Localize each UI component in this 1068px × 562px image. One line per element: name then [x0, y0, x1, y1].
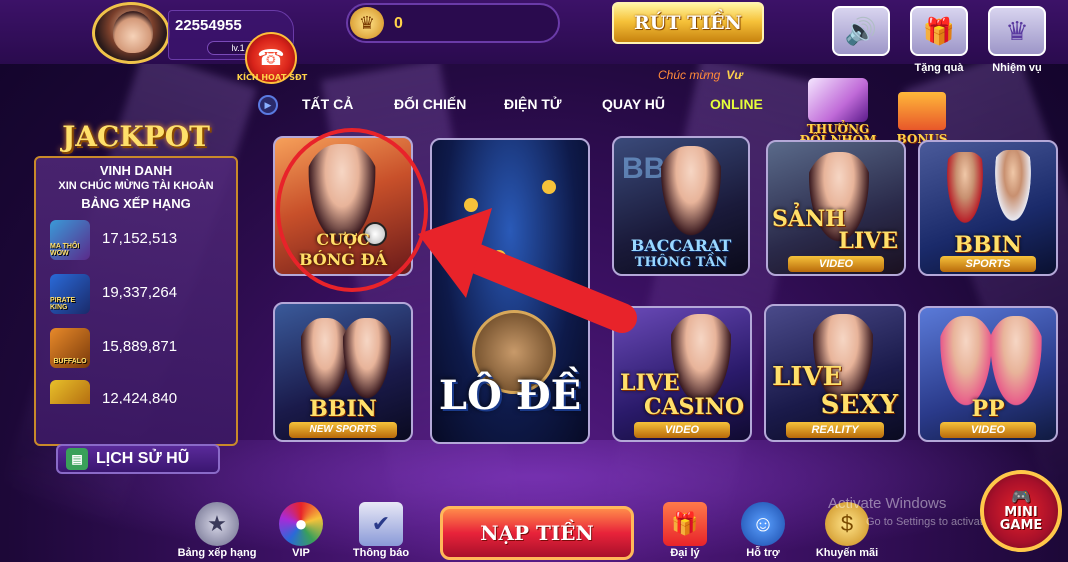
deposit-button[interactable]: NẠP TIỀN	[440, 506, 634, 560]
phone-activate-label: KÍCH HOẠT SĐT	[236, 73, 308, 82]
bonus-promo[interactable]: BONUS	[882, 92, 962, 146]
phone-icon: ☎	[257, 45, 285, 70]
live-hall-line1: SẢNH	[772, 206, 846, 232]
wheel-icon: ●	[279, 502, 323, 546]
annotation-circle	[276, 128, 428, 292]
game-lobby: 22554955 lv.1 ☎ KÍCH HOẠT SĐT ♛ 0 RÚT TI…	[0, 0, 1068, 562]
live-sexy-sub: REALITY	[786, 422, 884, 438]
gift-icon[interactable]: 🎁	[910, 6, 968, 56]
jackpot-subtitle: VINH DANH	[99, 163, 173, 178]
lode-label: LÔ ĐỀ	[438, 372, 582, 419]
annotation-arrow	[418, 208, 637, 333]
windows-watermark: Activate Windows	[828, 495, 947, 512]
speaker-icon[interactable]: 🔊	[832, 6, 890, 56]
gift-box-icon	[898, 92, 946, 130]
mini-game-line2: GAME	[999, 518, 1043, 534]
jackpot-row: MA THỔI WOW 17,152,513	[50, 220, 230, 260]
crown-coin-icon: ♛	[350, 7, 384, 39]
play-icon[interactable]: ▶	[258, 95, 278, 115]
mini-game-line1: MINI	[1004, 504, 1038, 520]
ranking-label: Bảng xếp hạng	[177, 547, 257, 559]
team-bonus-promo[interactable]: THƯỞNG ĐỘI NHÓM	[798, 78, 878, 146]
pp-sub: VIDEO	[940, 422, 1036, 438]
hostess-image	[339, 318, 395, 408]
pp-label: PP	[971, 396, 1005, 422]
live-hall-sub: VIDEO	[788, 256, 884, 272]
bbin-new-sports-card[interactable]: BBIN NEW SPORTS	[273, 302, 413, 442]
vip-button[interactable]: ● VIP	[256, 502, 346, 559]
gift-box-icon: 🎁	[663, 502, 707, 546]
jackpot-congrats: XIN CHÚC MỪNG TÀI KHOẢN	[58, 180, 214, 192]
jackpot-value: 17,152,513	[102, 230, 178, 247]
tab-electronic[interactable]: ĐIỆN TỬ	[504, 96, 562, 112]
trophy-icon: ★	[195, 502, 239, 546]
jackpot-panel: JACKPOT VINH DANH XIN CHÚC MỪNG TÀI KHOẢ…	[30, 120, 242, 474]
vip-label: VIP	[292, 547, 310, 559]
jackpot-list: VINH DANH XIN CHÚC MỪNG TÀI KHOẢN BẢNG X…	[34, 156, 238, 474]
promotion-label: Khuyến mãi	[815, 547, 879, 559]
mission-label: Nhiệm vụ	[992, 62, 1042, 74]
bbin-sports-sub: SPORTS	[940, 256, 1036, 272]
tab-versus[interactable]: ĐỐI CHIẾN	[394, 96, 466, 112]
notice-label: Thông báo	[352, 547, 410, 559]
jackpot-title: JACKPOT	[62, 120, 210, 153]
history-label: LỊCH SỬ HŨ	[96, 450, 190, 467]
bbin-new-label: BBIN	[309, 396, 377, 422]
tab-all[interactable]: TẤT CẢ	[302, 96, 353, 112]
cards-icon	[808, 78, 868, 122]
game-logo-icon: PIRATE KING	[50, 274, 90, 314]
category-tabs: ▶ TẤT CẢ ĐỐI CHIẾN ĐIỆN TỬ QUAY HŨ ONLIN…	[258, 93, 788, 117]
bbin-new-sub: NEW SPORTS	[289, 422, 397, 438]
agent-button[interactable]: 🎁 Đại lý	[640, 502, 730, 559]
jackpot-value: 19,337,264	[102, 284, 178, 301]
coin-value: 0	[394, 15, 403, 32]
congrats-ticker: Chúc mừng Vư	[658, 68, 743, 82]
game-logo-icon	[50, 380, 90, 404]
congrats-name: Vư	[726, 68, 743, 82]
history-icon: ▤	[66, 448, 88, 470]
user-id: 22554955	[175, 17, 242, 34]
bbin-sports-card[interactable]: BBIN SPORTS	[918, 140, 1058, 276]
jackpot-ranking: BẢNG XẾP HẠNG	[81, 196, 191, 211]
support-label: Hỗ trợ	[746, 547, 780, 559]
player-image	[988, 150, 1038, 240]
live-sexy-card[interactable]: LIVE SEXY REALITY	[764, 304, 906, 442]
jackpot-row: PIRATE KING 19,337,264	[50, 274, 230, 314]
game-logo-icon: BUFFALO	[50, 328, 90, 368]
tab-online[interactable]: ONLINE	[710, 96, 763, 112]
coin-icon	[542, 180, 556, 194]
jackpot-row: BUFFALO 15,889,871	[50, 328, 230, 368]
notice-button[interactable]: ✔ Thông báo	[336, 502, 426, 559]
jackpot-value: 15,889,871	[102, 338, 178, 355]
notice-icon: ✔	[359, 502, 403, 546]
withdraw-button[interactable]: RÚT TIỀN	[612, 2, 764, 44]
agent-label: Đại lý	[670, 547, 700, 559]
tab-slots[interactable]: QUAY HŨ	[602, 96, 665, 112]
avatar[interactable]	[92, 2, 170, 64]
jackpot-value: 12,424,840	[102, 390, 178, 404]
gift-label: Tặng quà	[914, 62, 964, 74]
live-casino-line2: CASINO	[643, 394, 744, 420]
live-casino-sub: VIDEO	[634, 422, 730, 438]
bbin-sports-label: BBIN	[954, 232, 1022, 258]
jackpot-history-button[interactable]: ▤ LỊCH SỬ HŨ	[56, 444, 220, 474]
support-button[interactable]: ☺ Hỗ trợ	[718, 502, 808, 559]
live-casino-line1: LIVE	[620, 370, 680, 396]
pp-card[interactable]: PP VIDEO	[918, 306, 1058, 442]
ranking-button[interactable]: ★ Bảng xếp hạng	[172, 502, 262, 559]
live-sexy-line2: SEXY	[820, 390, 898, 420]
jackpot-row: 12,424,840	[50, 380, 230, 404]
game-logo-icon: MA THỔI WOW	[50, 220, 90, 260]
crown-icon[interactable]: ♛	[988, 6, 1046, 56]
live-sexy-line1: LIVE	[772, 362, 843, 392]
mini-game-button[interactable]: 🎮 MINI GAME	[980, 470, 1062, 552]
coin-balance: ♛ 0	[346, 3, 560, 43]
player-image	[940, 152, 990, 242]
congrats-text: Chúc mừng	[658, 68, 721, 82]
hostess-image	[656, 146, 726, 246]
live-hall-card[interactable]: SẢNH LIVE VIDEO	[766, 140, 906, 276]
live-hall-line2: LIVE	[838, 228, 898, 254]
headset-icon: ☺	[741, 502, 785, 546]
gamepad-icon: 🎮	[1011, 486, 1031, 506]
